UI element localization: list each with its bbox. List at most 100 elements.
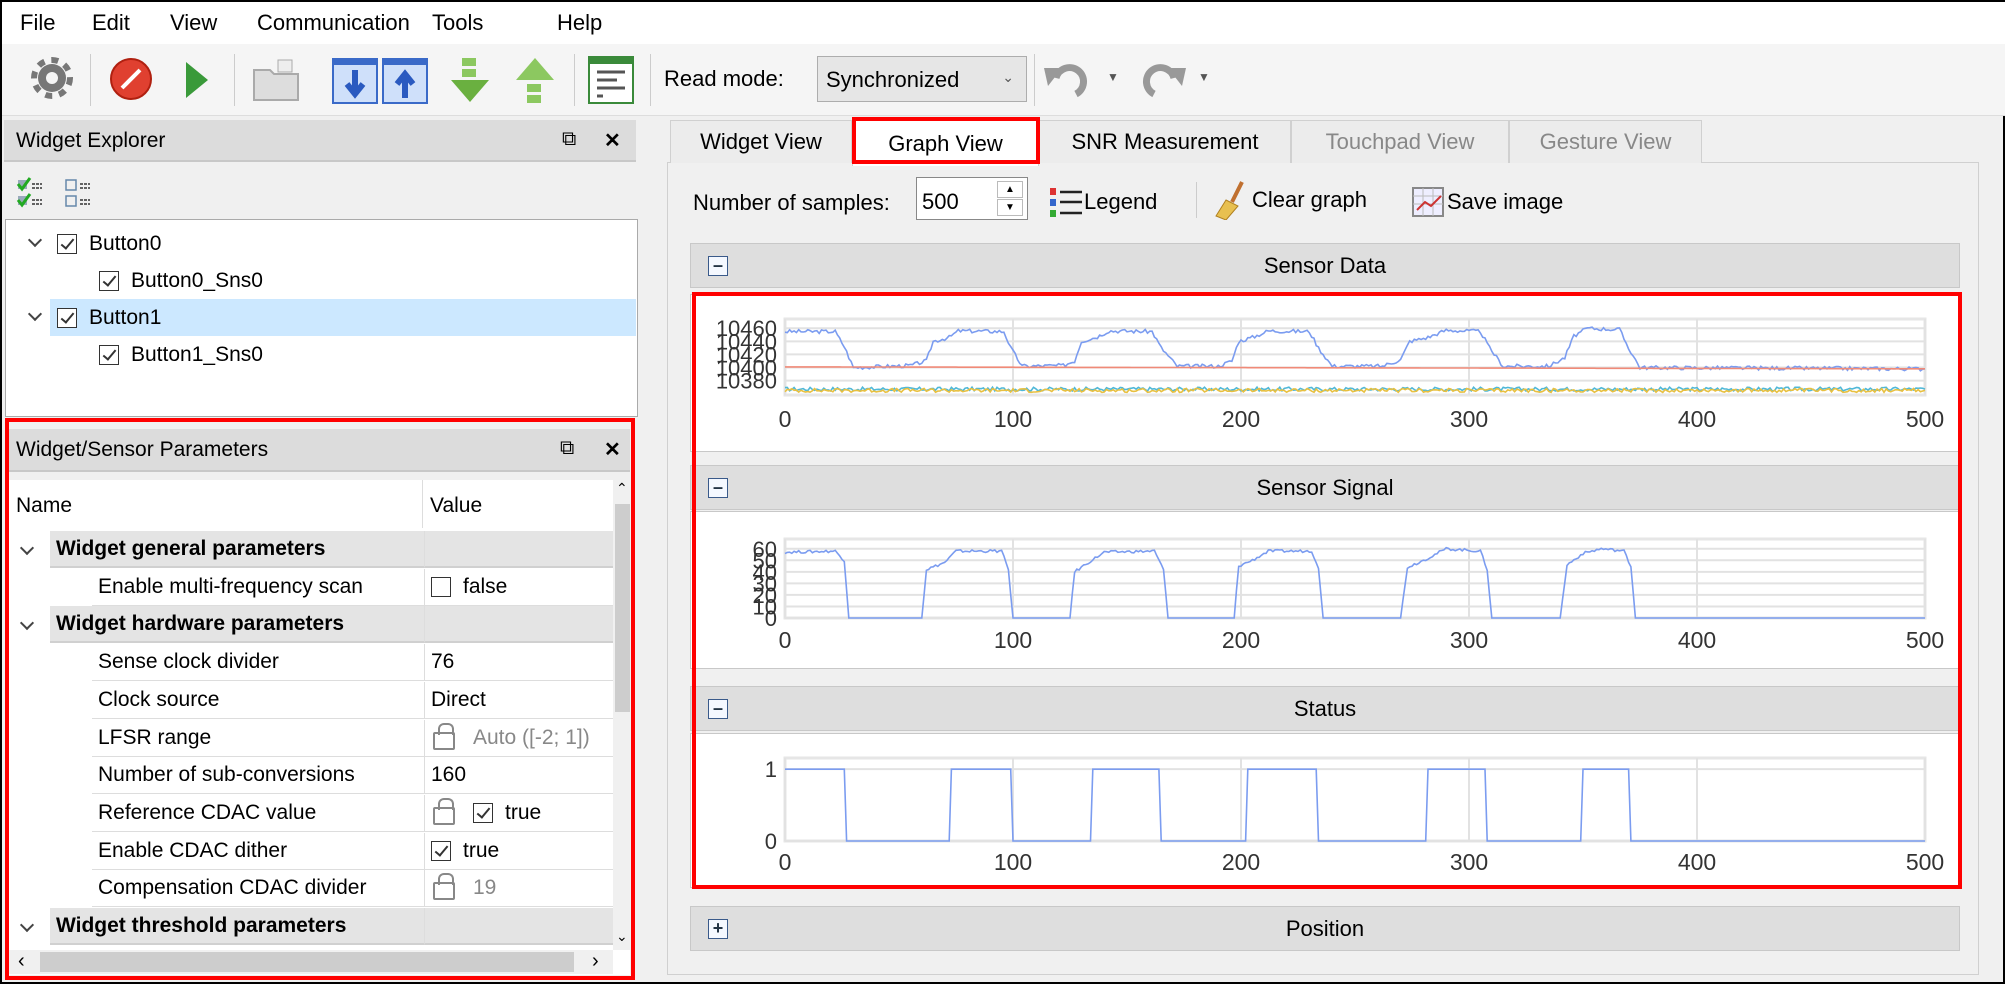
tab-widget-view[interactable]: Widget View [670, 120, 852, 163]
redo-icon[interactable] [1132, 56, 1188, 102]
section-position[interactable]: + Position [690, 906, 1960, 951]
menu-view[interactable]: View [170, 10, 217, 36]
close-icon[interactable]: ✕ [604, 437, 621, 462]
x-tick-label: 400 [1678, 406, 1716, 432]
open-folder-icon[interactable] [252, 58, 302, 102]
y-tick-label: 1 [765, 757, 777, 782]
parameter-row[interactable]: Compensation CDAC divider 19 [8, 870, 619, 908]
spin-down-icon[interactable]: ▼ [997, 199, 1023, 216]
tab-label: Graph View [888, 130, 1003, 156]
parameter-group[interactable]: Widget hardware parameters [8, 606, 619, 644]
collapse-icon[interactable]: – [708, 478, 728, 498]
parameter-value[interactable]: true [424, 794, 619, 832]
parameters-title: Widget/Sensor Parameters [16, 438, 269, 461]
section-sensor-signal[interactable]: – Sensor Signal [690, 465, 1960, 510]
checkbox[interactable] [57, 307, 77, 328]
float-icon[interactable]: ⧉ [562, 128, 576, 151]
scroll-left-icon[interactable]: ‹ [18, 950, 25, 973]
chevron-down-icon[interactable] [19, 540, 35, 556]
collapse-icon[interactable]: – [708, 256, 728, 276]
menu-tools[interactable]: Tools [432, 10, 483, 36]
parameter-value[interactable]: 19 [424, 870, 619, 908]
clear-graph-button[interactable]: Clear graph [1212, 180, 1367, 220]
chevron-down-icon[interactable] [27, 232, 43, 248]
collapse-icon[interactable]: – [708, 699, 728, 719]
column-name[interactable]: Name [16, 494, 72, 518]
upload-icon[interactable] [382, 58, 428, 104]
scroll-down-icon[interactable]: ⌄ [616, 928, 628, 945]
checkbox[interactable] [473, 802, 493, 823]
scroll-up-icon[interactable]: ⌃ [616, 480, 628, 497]
tab-touchpad-view[interactable]: Touchpad View [1291, 120, 1509, 163]
section-status[interactable]: – Status [690, 686, 1960, 731]
log-icon[interactable] [588, 56, 634, 104]
stop-icon[interactable] [108, 56, 154, 102]
parameter-group[interactable]: Widget threshold parameters [8, 908, 619, 946]
x-tick-label: 0 [779, 849, 792, 875]
tree-item-button1-sns0[interactable]: Button1_Sns0 [6, 336, 636, 373]
read-down-icon[interactable] [447, 56, 493, 106]
tree-item-button0[interactable]: Button0 [6, 225, 636, 262]
parameter-row[interactable]: LFSR range Auto ([-2; 1]) [8, 719, 619, 758]
parameter-row[interactable]: Enable CDAC dither true [8, 832, 619, 871]
chevron-down-icon[interactable] [27, 306, 43, 322]
parameter-value[interactable]: false [424, 568, 619, 606]
gear-icon[interactable] [30, 56, 74, 100]
undo-dropdown-icon[interactable]: ▼ [1107, 70, 1119, 84]
redo-dropdown-icon[interactable]: ▼ [1198, 70, 1210, 84]
legend-button[interactable]: Legend [1048, 184, 1157, 220]
spin-up-icon[interactable]: ▲ [997, 181, 1023, 198]
x-tick-label: 200 [1222, 627, 1260, 653]
close-icon[interactable]: ✕ [604, 128, 621, 153]
checkbox[interactable] [99, 344, 119, 365]
expand-icon[interactable]: + [708, 919, 728, 939]
checkbox[interactable] [99, 270, 119, 291]
samples-spinbox[interactable]: 500 ▲ ▼ [916, 177, 1028, 220]
download-icon[interactable] [332, 58, 378, 104]
parameter-row[interactable]: Clock source Direct [8, 681, 619, 720]
write-up-icon[interactable] [512, 56, 558, 106]
checkbox[interactable] [57, 233, 77, 254]
tree-item-button0-sns0[interactable]: Button0_Sns0 [6, 262, 636, 299]
save-image-button[interactable]: Save image [1411, 184, 1563, 220]
undo-icon[interactable] [1042, 56, 1098, 102]
parameter-row[interactable]: Reference CDAC value true [8, 794, 619, 833]
tab-gesture-view[interactable]: Gesture View [1509, 120, 1702, 163]
menu-edit[interactable]: Edit [92, 10, 130, 36]
parameter-value[interactable]: Auto ([-2; 1]) [424, 719, 619, 757]
checkbox[interactable] [431, 576, 451, 597]
parameter-row[interactable]: Number of sub-conversions 160 [8, 757, 619, 795]
chevron-down-icon[interactable] [19, 917, 35, 933]
checkbox[interactable] [431, 840, 451, 861]
chevron-down-icon[interactable] [19, 616, 35, 631]
parameter-value[interactable]: 160 [424, 757, 619, 795]
scrollbar-thumb[interactable] [615, 504, 630, 712]
parameter-value[interactable]: true [424, 832, 619, 870]
parameter-value[interactable]: 76 [424, 644, 619, 682]
tab-graph-view[interactable]: Graph View [852, 120, 1039, 166]
parameter-value[interactable]: Direct [424, 681, 619, 719]
parameter-group[interactable]: Widget general parameters [8, 531, 619, 569]
tab-snr-measurement[interactable]: SNR Measurement [1039, 120, 1291, 163]
scrollbar-thumb[interactable] [40, 952, 574, 972]
y-tick-label: 10460 [716, 316, 777, 341]
menu-file[interactable]: File [20, 10, 55, 36]
value-text: false [463, 574, 508, 598]
parameter-row[interactable]: Sense clock divider 76 [8, 644, 619, 682]
parameter-row[interactable]: Enable multi-frequency scan false [8, 568, 619, 607]
menu-communication[interactable]: Communication [257, 10, 410, 36]
column-value[interactable]: Value [430, 494, 482, 518]
play-icon[interactable] [182, 58, 212, 102]
horizontal-scrollbar[interactable]: ‹ › [8, 950, 613, 974]
tree-item-button1[interactable]: Button1 [6, 299, 636, 336]
section-sensor-data[interactable]: – Sensor Data [690, 243, 1960, 288]
parameter-name: Compensation CDAC divider [92, 870, 424, 908]
scroll-right-icon[interactable]: › [592, 950, 599, 973]
uncheck-all-icon[interactable] [64, 176, 98, 210]
check-all-icon[interactable] [16, 176, 50, 210]
vertical-scrollbar[interactable]: ⌃ ⌄ [613, 480, 630, 950]
menu-help[interactable]: Help [557, 10, 602, 36]
x-tick-label: 500 [1906, 627, 1944, 653]
read-mode-select[interactable]: Synchronized ⌄ [817, 56, 1027, 102]
float-icon[interactable]: ⧉ [560, 437, 574, 460]
